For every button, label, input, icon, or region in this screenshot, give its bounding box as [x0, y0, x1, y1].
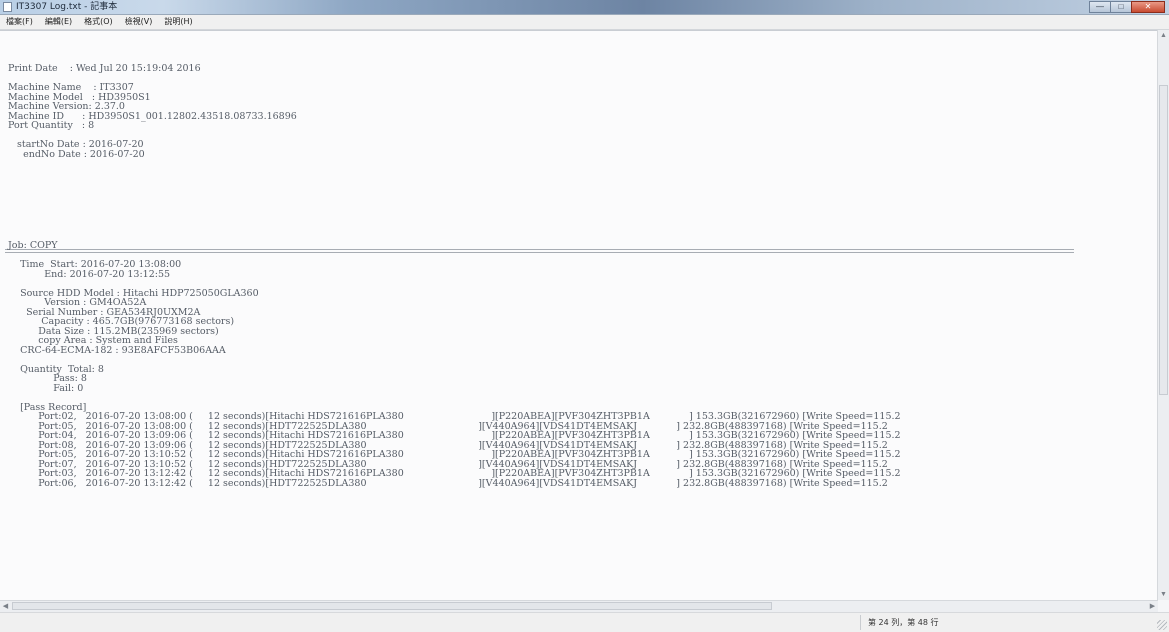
- horizontal-scroll-thumb[interactable]: [12, 602, 772, 610]
- text-editor[interactable]: Print Date : Wed Jul 20 15:19:04 2016 Ma…: [0, 30, 1158, 601]
- pass-record-row: Port:06, 2016-07-20 13:12:42 ( 12 second…: [8, 477, 888, 489]
- log-line: CRC-64-ECMA-182 : 93E8AFCF53B06AAA: [8, 344, 226, 356]
- cursor-position: 第 24 列，第 48 行: [868, 618, 939, 627]
- scroll-left-arrow-icon[interactable]: ◀: [0, 601, 11, 612]
- notepad-icon: [3, 2, 12, 12]
- maximize-button[interactable]: □: [1110, 1, 1132, 13]
- status-bar: 第 24 列，第 48 行: [0, 612, 1169, 632]
- menu-format[interactable]: 格式(O): [78, 15, 119, 29]
- title-bar[interactable]: IT3307 Log.txt - 記事本 — □ ✕: [0, 0, 1169, 15]
- status-divider: [860, 615, 861, 630]
- log-line: Fail: 0: [8, 382, 84, 394]
- horizontal-scrollbar[interactable]: ◀ ▶: [0, 600, 1158, 612]
- log-line: Job: COPY: [8, 240, 58, 251]
- menu-file[interactable]: 檔案(F): [0, 15, 39, 29]
- resize-grip-icon[interactable]: [1157, 620, 1167, 630]
- job-block: Job: COPY Time Start: 2016-07-20 13:08:0…: [8, 241, 901, 488]
- vertical-scrollbar[interactable]: ▲ ▼: [1157, 30, 1169, 600]
- scroll-down-arrow-icon[interactable]: ▼: [1158, 589, 1169, 600]
- scroll-up-arrow-icon[interactable]: ▲: [1158, 30, 1169, 41]
- menu-bar: 檔案(F) 編輯(E) 格式(O) 檢視(V) 說明(H): [0, 15, 1169, 30]
- minimize-button[interactable]: —: [1089, 1, 1111, 13]
- window-title: IT3307 Log.txt - 記事本: [16, 2, 118, 12]
- log-header-block: Print Date : Wed Jul 20 15:19:04 2016 Ma…: [8, 64, 297, 159]
- close-button[interactable]: ✕: [1131, 1, 1165, 13]
- menu-edit[interactable]: 編輯(E): [39, 15, 78, 29]
- vertical-scroll-thumb[interactable]: [1159, 85, 1168, 395]
- scroll-right-arrow-icon[interactable]: ▶: [1147, 601, 1158, 612]
- log-line: Print Date : Wed Jul 20 15:19:04 2016: [8, 63, 201, 74]
- window-controls: — □ ✕: [1089, 1, 1165, 13]
- log-line: endNo Date : 2016-07-20: [8, 148, 145, 160]
- log-line: Port Quantity : 8: [8, 120, 95, 131]
- menu-help[interactable]: 說明(H): [158, 15, 198, 29]
- log-line: End: 2016-07-20 13:12:55: [8, 268, 171, 280]
- menu-view[interactable]: 檢視(V): [119, 15, 159, 29]
